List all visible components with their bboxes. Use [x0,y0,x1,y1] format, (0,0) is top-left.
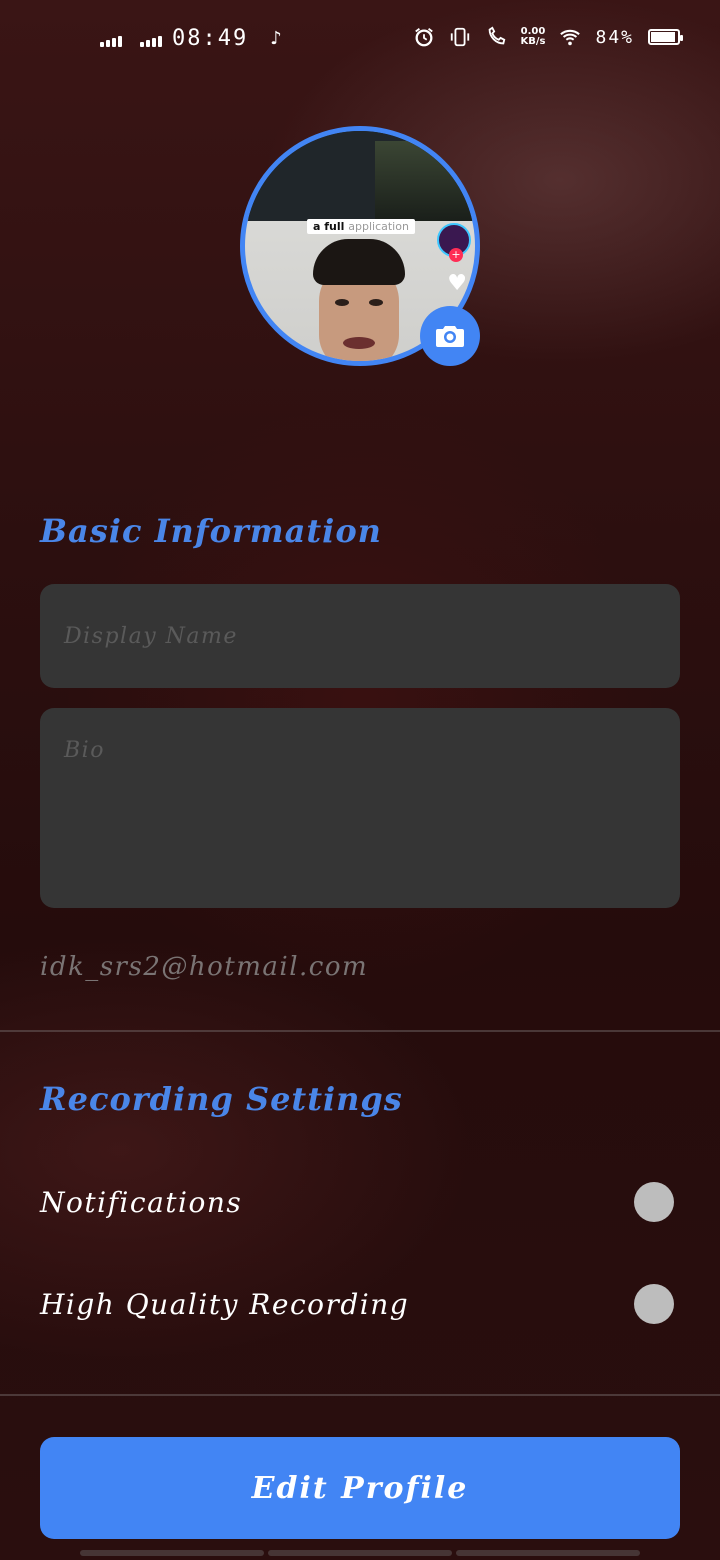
status-left: 08:49 ♪ [100,26,282,51]
signal-icon [100,31,122,47]
network-speed: 0.00 KB/s [520,26,546,47]
battery-fill [651,32,675,42]
hq-recording-toggle[interactable] [634,1284,674,1324]
wifi-icon [560,29,581,46]
email-text: idk_srs2@hotmail.com [40,952,369,982]
notifications-toggle[interactable] [634,1182,674,1222]
basic-information-heading: Basic Information [40,512,382,550]
divider [0,1394,720,1396]
bottom-nav-hint [80,1550,640,1556]
recording-settings-heading: Recording Settings [40,1080,403,1118]
edit-profile-button[interactable]: Edit Profile [40,1437,680,1539]
avatar-photo-plus-icon: + [449,248,463,262]
heart-icon: ♥ [447,271,467,296]
change-photo-button[interactable] [420,306,480,366]
avatar-photo-caption: a full application [307,219,415,234]
bio-placeholder: Bio [64,738,105,763]
avatar-photo-face [313,239,405,361]
hq-recording-setting: High Quality Recording [40,1279,680,1329]
battery-icon [648,29,683,45]
display-name-placeholder: Display Name [64,623,238,649]
notifications-setting: Notifications [40,1177,680,1227]
avatar-container[interactable]: a full application + ♥ [240,126,480,366]
camera-icon [436,326,464,347]
bio-field[interactable]: Bio [40,708,680,908]
hq-recording-label: High Quality Recording [40,1287,410,1321]
display-name-field[interactable]: Display Name [40,584,680,688]
wifi-call-icon [488,26,505,45]
status-right: 0.00 KB/s 84% [413,26,683,48]
battery-percent: 84% [595,26,634,48]
avatar-photo-video [375,141,475,221]
tiktok-icon: ♪ [270,28,282,49]
divider [0,1030,720,1032]
signal-icon [140,31,162,47]
status-bar: 08:49 ♪ 0.00 KB/s 84% [0,0,720,80]
alarm-icon [414,28,433,47]
notifications-label: Notifications [40,1185,243,1219]
vibrate-icon [450,27,469,47]
status-time: 08:49 [172,26,249,51]
